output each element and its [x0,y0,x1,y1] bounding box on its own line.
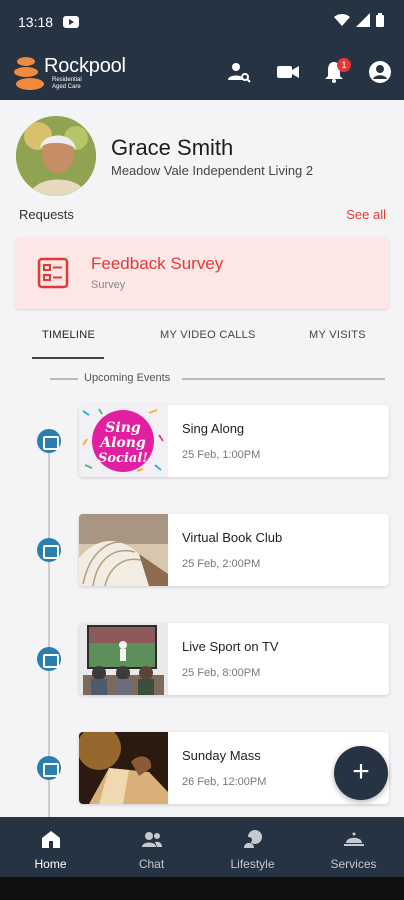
survey-form-icon [37,257,69,289]
calendar-event-icon [37,647,61,671]
event-date: 25 Feb, 8:00PM [182,667,261,679]
profile-facility: Meadow Vale Independent Living 2 [111,163,314,178]
find-person-icon[interactable] [227,60,251,84]
upcoming-events-divider: Upcoming Events [50,371,386,385]
event-card[interactable]: Live Sport on TV 25 Feb, 8:00PM [79,623,389,695]
add-fab-button[interactable]: + [334,746,388,800]
brand-name: Rockpool [44,55,126,77]
event-item[interactable]: Sing Along Social! Sing Along 25 Feb, 1:… [0,405,404,477]
nav-services[interactable]: Services [303,817,404,877]
event-date: 25 Feb, 2:00PM [182,558,261,570]
event-title: Sunday Mass [182,748,261,763]
event-title: Virtual Book Club [182,530,283,545]
account-icon[interactable] [368,60,392,84]
sunday-mass-thumbnail [79,732,168,804]
thumb-text-sing: Sing [105,420,141,436]
tab-my-video-calls[interactable]: MY VIDEO CALLS [160,329,256,341]
book-club-thumbnail [79,514,168,586]
nav-label: Services [330,857,377,871]
feedback-survey-card[interactable]: Feedback Survey Survey [15,237,389,309]
lifestyle-icon [244,830,262,848]
requests-heading: Requests [19,207,74,222]
calendar-event-icon [37,429,61,453]
see-all-link[interactable]: See all [346,207,386,222]
app-bar: Rockpool Residential Aged Care [0,44,404,100]
video-camera-icon[interactable] [276,60,300,84]
event-title: Live Sport on TV [182,639,279,654]
sing-along-thumbnail: Sing Along Social! [79,405,168,477]
profile-name: Grace Smith [111,135,234,160]
nav-label: Lifestyle [230,857,275,871]
event-date: 26 Feb, 12:00PM [182,776,267,788]
logo-stones-icon [14,55,46,91]
youtube-notification-icon [63,16,79,28]
bottom-navigation: Home Chat Lifestyle Services [0,817,404,877]
active-tab-indicator [32,357,104,359]
tab-timeline[interactable]: TIMELINE [42,329,95,341]
nav-lifestyle[interactable]: Lifestyle [202,817,303,877]
home-icon [42,831,60,848]
signal-icon [356,13,370,27]
nav-label: Chat [138,857,165,871]
calendar-event-icon [37,756,61,780]
timeline-tabs: TIMELINE MY VIDEO CALLS MY VISITS [0,320,404,360]
brand-subtitle-line2: Aged Care [52,84,81,90]
services-icon [344,832,364,846]
event-card[interactable]: Sing Along Social! Sing Along 25 Feb, 1:… [79,405,389,477]
survey-title: Feedback Survey [91,254,224,273]
event-item[interactable]: Live Sport on TV 25 Feb, 8:00PM [0,623,404,695]
thumb-text-social: Social! [98,451,148,466]
section-title: Upcoming Events [84,372,171,384]
event-date: 25 Feb, 1:00PM [182,449,261,461]
event-title: Sing Along [182,421,245,436]
wifi-icon [334,13,350,26]
battery-icon [376,13,384,27]
nav-chat[interactable]: Chat [101,817,202,877]
profile-avatar[interactable] [16,116,96,196]
nav-label: Home [34,857,67,871]
event-card[interactable]: Virtual Book Club 25 Feb, 2:00PM [79,514,389,586]
notification-count-badge: 1 [337,58,351,72]
divider-line-left [50,378,78,380]
status-time: 13:18 [18,14,54,30]
event-item[interactable]: Virtual Book Club 25 Feb, 2:00PM [0,514,404,586]
thumb-text-along: Along [98,435,146,451]
nav-home[interactable]: Home [0,817,101,877]
tab-my-visits[interactable]: MY VISITS [309,329,366,341]
brand-subtitle-line1: Residential [52,77,82,83]
status-bar: 13:18 [0,0,404,44]
people-icon [142,832,162,847]
brand-subtitle: Residential Aged Care [52,77,82,91]
system-navigation-bar [0,877,404,900]
live-sport-thumbnail [79,623,168,695]
avatar-photo [16,116,96,196]
rockpool-logo[interactable]: Rockpool Residential Aged Care [14,55,154,91]
calendar-event-icon [37,538,61,562]
system-icons [334,13,384,27]
survey-subtitle: Survey [91,279,126,291]
divider-line-right [182,378,385,380]
